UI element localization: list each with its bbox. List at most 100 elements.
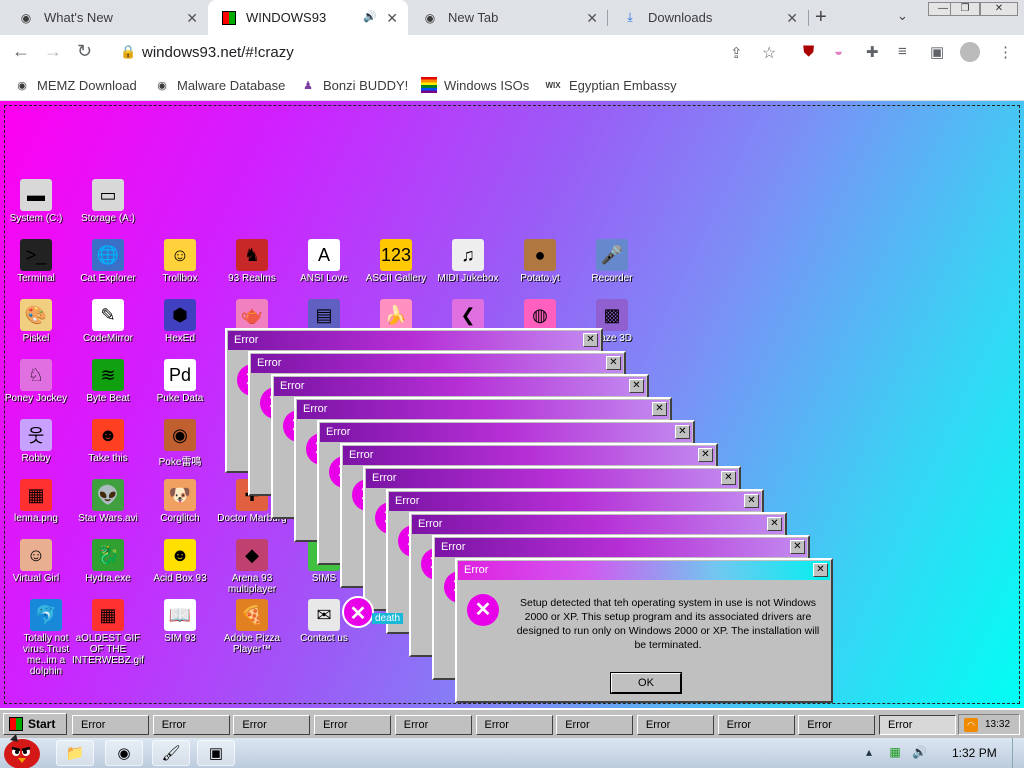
rss-icon[interactable]: ◠: [964, 718, 978, 732]
desktop-icon[interactable]: ⬢ HexEd: [144, 299, 216, 344]
close-button[interactable]: ✕: [721, 471, 736, 485]
lock-icon[interactable]: 🔒: [120, 44, 136, 60]
window-pin-icon[interactable]: ▣: [197, 740, 235, 766]
ublock-icon[interactable]: ⛊: [803, 43, 814, 60]
error-title-bar[interactable]: Error ✕: [435, 538, 807, 557]
desktop-icon[interactable]: ☺ Trollbox: [144, 239, 216, 284]
tab-downloads[interactable]: ⤓ Downloads ✕: [608, 0, 808, 35]
close-button[interactable]: ✕: [675, 425, 690, 439]
desktop-icon[interactable]: 🎤 Recorder: [576, 239, 648, 284]
desktop-icon[interactable]: 🍕 Adobe Pizza Player™: [216, 599, 288, 655]
close-button[interactable]: ✕: [744, 494, 759, 508]
error-title-bar[interactable]: Error ✕: [297, 400, 669, 419]
error-title-bar[interactable]: Error ✕: [389, 492, 761, 511]
extension-flag-icon[interactable]: ◒: [834, 43, 843, 60]
desktop-icon[interactable]: ☻ Take this: [72, 419, 144, 464]
desktop-icon[interactable]: 👽 Star Wars.avi: [72, 479, 144, 524]
taskbar-window-button[interactable]: Error: [233, 715, 311, 735]
ok-button[interactable]: OK: [610, 672, 682, 694]
extensions-puzzle-icon[interactable]: ✚: [866, 43, 879, 61]
close-button[interactable]: ✕: [767, 517, 782, 531]
tab-search-chevron-icon[interactable]: ⌄: [897, 8, 908, 24]
error-title-bar[interactable]: Error ✕: [366, 469, 738, 488]
close-button[interactable]: ✕: [583, 333, 598, 347]
back-arrow-icon[interactable]: ←: [12, 41, 30, 62]
error-title-bar[interactable]: Error ✕: [343, 446, 715, 465]
close-tab-icon[interactable]: ✕: [186, 10, 198, 27]
url-text[interactable]: windows93.net/#!crazy: [142, 44, 294, 61]
death-desktop-icon[interactable]: ✕ death: [340, 596, 404, 628]
desktop-icon[interactable]: ▭ Storage (A:): [72, 179, 144, 224]
close-tab-icon[interactable]: ✕: [586, 10, 598, 27]
desktop-icon[interactable]: ▦ lenna.png: [0, 479, 72, 524]
desktop-icon[interactable]: ✎ CodeMirror: [72, 299, 144, 344]
reload-icon[interactable]: ↻: [77, 41, 92, 62]
bookmark-windows-isos[interactable]: Windows ISOs: [421, 77, 529, 93]
error-dialog[interactable]: Error ✕ ✕ Setup detected that teh operat…: [455, 558, 833, 703]
desktop-icon[interactable]: ≋ Byte Beat: [72, 359, 144, 404]
close-button[interactable]: ✕: [790, 540, 805, 554]
taskbar-window-button[interactable]: Error: [798, 715, 876, 735]
desktop-icon[interactable]: ♘ Poney Jockey: [0, 359, 72, 404]
bookmark-bonzi[interactable]: ♟ Bonzi BUDDY!: [300, 77, 408, 93]
desktop-icon[interactable]: ☺ Virtual Girl: [0, 539, 72, 584]
tab-whats-new[interactable]: ◉ What's New ✕: [4, 0, 208, 35]
chrome-pin-icon[interactable]: ◉: [105, 740, 143, 766]
desktop-icon[interactable]: ● Potato.yt: [504, 239, 576, 284]
taskbar-window-button[interactable]: Error: [475, 715, 553, 735]
taskbar-window-button[interactable]: Error: [556, 715, 634, 735]
bookmark-egyptian-embassy[interactable]: WIX Egyptian Embassy: [544, 77, 676, 93]
show-hidden-icons-icon[interactable]: ▴: [866, 745, 872, 759]
desktop-icon[interactable]: ◆ Arena 93 multiplayer: [216, 539, 288, 595]
desktop-icon[interactable]: ♫ MIDI Jukebox: [432, 239, 504, 284]
volume-icon[interactable]: 🔊: [912, 745, 927, 759]
close-tab-icon[interactable]: ✕: [386, 10, 398, 27]
desktop-icon[interactable]: 🎨 Piskel: [0, 299, 72, 344]
taskbar-window-button[interactable]: Error: [152, 715, 230, 735]
restore-button[interactable]: ❐: [950, 2, 980, 16]
bookmark-memz[interactable]: ◉ MEMZ Download: [14, 77, 137, 93]
desktop-icon[interactable]: 🌐 Cat Explorer: [72, 239, 144, 284]
media-control-icon[interactable]: ≡: [898, 43, 907, 60]
desktop-icon[interactable]: Pd Puke Data: [144, 359, 216, 404]
desktop-icon[interactable]: 📖 SIM 93: [144, 599, 216, 644]
close-button[interactable]: ✕: [629, 379, 644, 393]
network-icon[interactable]: ▦: [889, 745, 900, 759]
taskbar-window-button[interactable]: Error: [717, 715, 795, 735]
error-title-bar[interactable]: Error ✕: [251, 354, 623, 373]
tab-windows93[interactable]: WINDOWS93 🔊 ✕: [208, 0, 408, 35]
show-desktop-button[interactable]: [1012, 738, 1024, 768]
desktop-icon[interactable]: A ANSI Love: [288, 239, 360, 284]
desktop-icon[interactable]: 123 ASCII Gallery: [360, 239, 432, 284]
close-button[interactable]: ✕: [698, 448, 713, 462]
file-explorer-pin-icon[interactable]: 📁: [56, 740, 94, 766]
side-panel-icon[interactable]: ▣: [930, 43, 944, 61]
share-icon[interactable]: ⇪: [730, 44, 743, 62]
close-button[interactable]: ✕: [813, 563, 828, 577]
close-button[interactable]: ✕: [652, 402, 667, 416]
profile-avatar-icon[interactable]: [960, 42, 980, 62]
taskbar-window-button[interactable]: Error: [314, 715, 392, 735]
forward-arrow-icon[interactable]: →: [44, 41, 62, 62]
desktop-icon[interactable]: ☻ Acid Box 93: [144, 539, 216, 584]
error-title-bar[interactable]: Error ✕: [320, 423, 692, 442]
desktop-icon[interactable]: ♞ 93 Realms: [216, 239, 288, 284]
menu-kebab-icon[interactable]: ⋮: [998, 43, 1013, 61]
taskbar-window-button[interactable]: Error: [394, 715, 472, 735]
desktop-icon[interactable]: ▬ System (C:): [0, 179, 72, 224]
angry-bird-start-orb-icon[interactable]: [0, 732, 48, 769]
paint-pin-icon[interactable]: 🖌: [152, 740, 190, 766]
error-title-bar[interactable]: Error ✕: [274, 377, 646, 396]
error-title-bar[interactable]: Error ✕: [458, 561, 830, 580]
taskbar-window-button[interactable]: Error: [636, 715, 714, 735]
address-bar[interactable]: 🔒 windows93.net/#!crazy ⇪ ☆: [110, 38, 790, 66]
tab-new-tab[interactable]: ◉ New Tab ✕: [408, 0, 608, 35]
error-title-bar[interactable]: Error ✕: [412, 515, 784, 534]
bookmark-star-icon[interactable]: ☆: [762, 43, 776, 63]
system-clock[interactable]: 1:32 PM: [952, 746, 997, 760]
desktop-icon[interactable]: 🐶 Corglitch: [144, 479, 216, 524]
taskbar-window-button[interactable]: Error: [879, 715, 956, 735]
desktop-icon[interactable]: 웃 Robby: [0, 419, 72, 464]
desktop-icon[interactable]: ◉ Poke雷鳴: [144, 419, 216, 468]
windows93-desktop[interactable]: ▬ System (C:) ▭ Storage (A:) >_ Terminal 🌐 Cat …: [0, 101, 1024, 708]
